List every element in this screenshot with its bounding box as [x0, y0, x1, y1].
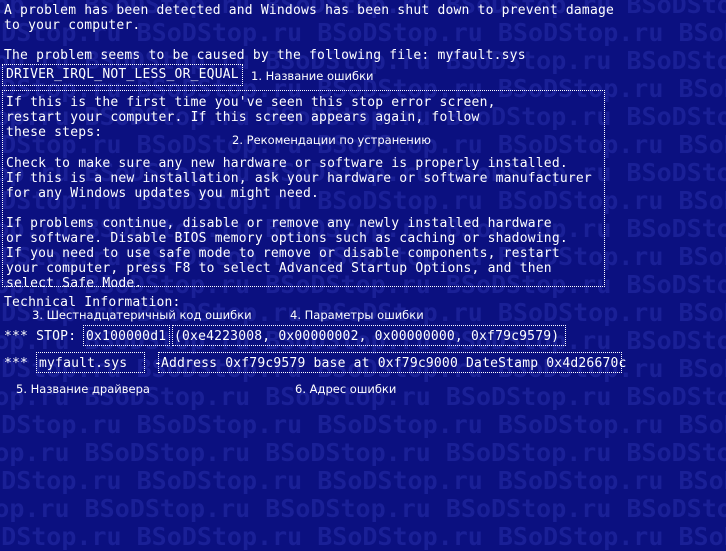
console-text: A problem has been detected and Windows … [0, 0, 726, 551]
driver-address-text: Address 0xf79c9579 base at 0xf79c9000 Da… [161, 356, 627, 371]
check-line-3: for any Windows updates you might need. [6, 186, 320, 201]
problems-line-4: your computer, press F8 to select Advanc… [6, 261, 552, 276]
annotation-6-error-address: 6. Адрес ошибки [295, 382, 397, 396]
driver-prefix-text: *** [4, 356, 37, 371]
driver-name-text: myfault.sys [39, 356, 128, 371]
annotation-3-hex-code: 3. Шестнадцатеричный код ошибки [32, 308, 252, 322]
stop-code-text: 0x100000d1 [86, 329, 167, 344]
cause-line: The problem seems to be caused by the fo… [4, 48, 526, 63]
check-line-2: If this is a new installation, ask your … [6, 171, 592, 186]
annotation-2-recommendations: 2. Рекомендации по устранению [232, 133, 431, 147]
problems-line-5: select Safe Mode. [6, 276, 143, 291]
annotation-5-driver-name: 5. Название драйвера [16, 382, 150, 396]
recommend-line-1: If this is the first time you've seen th… [6, 95, 496, 110]
error-code-text: DRIVER_IRQL_NOT_LESS_OR_EQUAL [6, 67, 239, 82]
intro-line-1: A problem has been detected and Windows … [4, 3, 615, 18]
recommend-line-3: these steps: [6, 125, 103, 140]
annotation-4-error-params: 4. Параметры ошибки [290, 308, 424, 322]
problems-line-3: If you need to use safe mode to remove o… [6, 246, 560, 261]
problems-line-1: If problems continue, disable or remove … [6, 216, 552, 231]
bsod-screen: BSoDStop.ru BSoDStop.ru BSoDStop.ru BSoD… [0, 0, 726, 551]
annotation-1-error-name: 1. Название ошибки [251, 69, 374, 83]
recommend-line-2: restart your computer. If this screen ap… [6, 110, 480, 125]
stop-params-text: (0xe4223008, 0x00000002, 0x00000000, 0xf… [174, 329, 560, 344]
problems-line-2: or software. Disable BIOS memory options… [6, 231, 568, 246]
intro-line-2: to your computer. [4, 18, 141, 33]
check-line-1: Check to make sure any new hardware or s… [6, 156, 568, 171]
stop-prefix-text: *** STOP: [4, 329, 85, 344]
